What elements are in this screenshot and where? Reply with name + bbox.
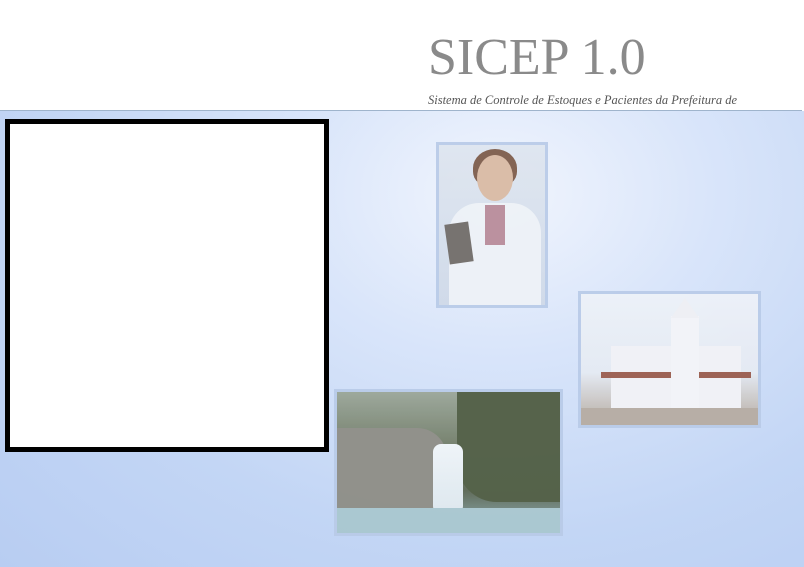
- rock: [337, 428, 447, 508]
- pool: [337, 508, 560, 533]
- church-photo: [578, 291, 761, 428]
- waterfall-photo: [334, 389, 563, 536]
- doctor-head: [477, 155, 513, 201]
- doctor-photo: [436, 142, 548, 308]
- header: SICEP 1.0 Sistema de Controle de Estoque…: [0, 0, 804, 111]
- doctor-shirt: [485, 205, 505, 245]
- church-tower: [671, 316, 699, 408]
- app-title: SICEP 1.0: [428, 29, 646, 86]
- falling-water: [433, 444, 463, 514]
- church-ground: [581, 408, 758, 425]
- app-subtitle: Sistema de Controle de Estoques e Pacien…: [428, 93, 738, 107]
- church-spire: [671, 298, 699, 318]
- trees: [457, 392, 560, 502]
- content-panel: [5, 119, 329, 452]
